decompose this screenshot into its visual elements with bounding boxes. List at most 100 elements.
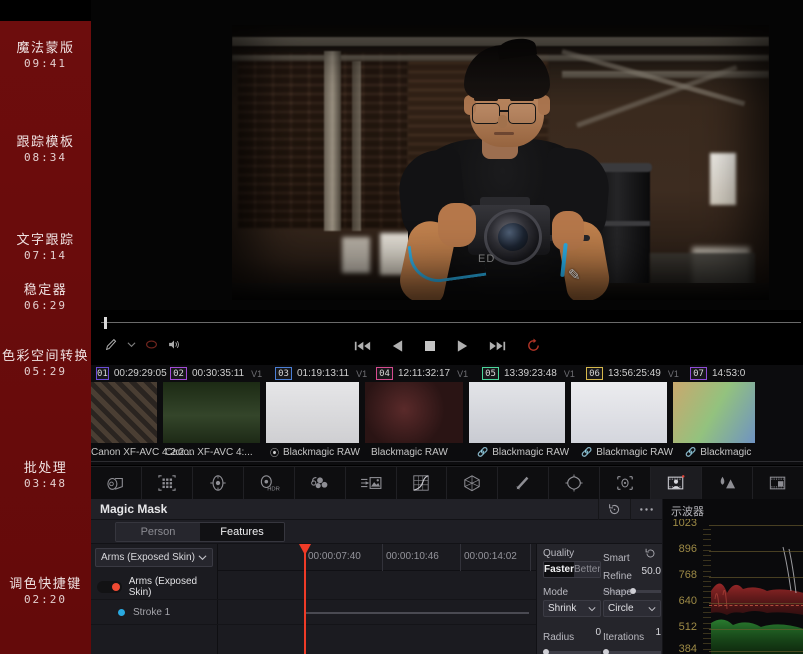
video-preview[interactable]: ED ✎ <box>232 25 769 300</box>
glasses-bridge <box>500 110 509 112</box>
clip-thumbnail[interactable] <box>673 382 755 443</box>
chapter-item[interactable]: 魔法蒙版 09:41 <box>0 39 91 72</box>
jump-to-last-icon[interactable] <box>489 339 506 353</box>
tracker-icon[interactable] <box>600 466 652 500</box>
motion-effects-icon[interactable] <box>346 466 397 500</box>
power-window-icon[interactable] <box>549 466 601 500</box>
waveform-scope-graph[interactable]: 1023 896 768 640 512 384 <box>663 519 803 654</box>
clip-thumbnail[interactable] <box>469 382 565 443</box>
clip-name-text: Blackmagic RAW <box>596 446 674 458</box>
mask-enable-toggle[interactable] <box>97 580 122 593</box>
clip-header[interactable]: 02 00:30:35:11 V1 <box>165 365 270 382</box>
chapter-time: 03:48 <box>23 477 68 490</box>
timeline-playhead[interactable] <box>299 544 311 654</box>
scope-minor-tick <box>703 617 711 619</box>
viewer-scrubber[interactable] <box>91 316 803 330</box>
clip-timecode: 14:53:0 <box>712 368 746 379</box>
clip-thumbnail[interactable] <box>365 382 463 443</box>
scope-minor-tick <box>703 596 711 598</box>
chapter-item[interactable]: 跟踪模板 08:34 <box>0 133 91 166</box>
color-wheels-icon[interactable] <box>193 466 244 500</box>
scrubber-track[interactable] <box>101 322 801 323</box>
more-options-icon[interactable] <box>630 499 662 520</box>
stroke-row[interactable]: Stroke 1 <box>91 600 218 625</box>
play-icon[interactable] <box>456 339 469 353</box>
quality-better-option[interactable]: Better <box>574 562 600 577</box>
clip-thumbnail[interactable] <box>266 382 359 443</box>
person-hand-right <box>552 211 584 251</box>
link-icon: 🔗 <box>477 446 489 457</box>
color-warper-icon[interactable] <box>447 466 499 500</box>
glasses-lens-left <box>472 103 500 124</box>
blur-icon[interactable] <box>702 466 753 500</box>
chapter-item[interactable]: 文字跟踪 07:14 <box>0 231 91 264</box>
mask-layer-label: Arms (Exposed Skin) <box>128 575 198 598</box>
chapter-item[interactable]: 批处理 03:48 <box>0 459 91 492</box>
mode-dropdown[interactable]: Shrink <box>543 600 601 617</box>
pillar <box>352 61 361 231</box>
scope-minor-tick <box>703 549 711 551</box>
ruler-timecode: 00:00:14:02 <box>464 551 517 562</box>
clip-header-row: 01 00:29:29:05 V1 02 00:30:35:11 V1 03 01:19:13… <box>91 365 803 382</box>
tab-person[interactable]: Person <box>116 522 200 541</box>
reset-history-icon[interactable] <box>598 499 630 520</box>
shape-dropdown[interactable]: Circle <box>603 600 661 617</box>
rgb-mixer-icon[interactable] <box>295 466 346 500</box>
play-reverse-icon[interactable] <box>391 339 404 353</box>
scope-minor-tick <box>703 560 711 562</box>
clip-thumbnail[interactable] <box>91 382 157 443</box>
jump-to-first-icon[interactable] <box>354 339 371 353</box>
quality-faster-option[interactable]: Faster <box>544 562 575 577</box>
scope-gridline <box>709 603 803 604</box>
media-filmstrip: 01 00:29:29:05 V1 02 00:30:35:11 V1 03 01:19:13… <box>91 365 803 465</box>
clip-header[interactable]: 06 13:56:25:49 V1 <box>581 365 685 382</box>
clip-number: 02 <box>170 367 187 380</box>
person-mouth <box>494 132 514 135</box>
clip-header[interactable]: 05 13:39:23:48 V1 <box>477 365 581 382</box>
chapter-time: 05:29 <box>23 365 68 378</box>
qualifier-icon[interactable] <box>498 466 550 500</box>
color-page-toolbar: HDR <box>91 466 803 500</box>
scrubber-playhead[interactable] <box>104 317 107 329</box>
timeline-ruler[interactable]: 00:00:07:40 00:00:10:46 00:00:14:02 <box>218 544 536 571</box>
clip-number: 07 <box>690 367 707 380</box>
radius-label: Radius <box>543 632 575 643</box>
quality-segmented-control[interactable]: Faster Better <box>543 561 601 578</box>
playhead-handle[interactable] <box>299 544 311 555</box>
chapter-item[interactable]: 调色快捷键 02:20 <box>0 575 91 608</box>
chapter-item[interactable]: 色彩空间转换 05:29 <box>0 347 91 380</box>
camera-raw-icon[interactable] <box>91 466 142 500</box>
feature-selector-dropdown[interactable]: Arms (Exposed Skin) <box>95 548 213 567</box>
timeline-track-mask[interactable] <box>218 571 536 600</box>
viewer-transport-bar <box>91 336 803 362</box>
clip-header[interactable]: 04 12:11:32:17 V1 <box>371 365 477 382</box>
magic-mask-icon[interactable] <box>651 466 703 500</box>
clip-header[interactable]: 07 14:53:0 <box>685 365 775 382</box>
chapter-item[interactable]: 稳定器 06:29 <box>0 281 91 314</box>
tab-features[interactable]: Features <box>200 522 284 541</box>
loop-icon[interactable] <box>526 338 541 353</box>
key-icon[interactable] <box>753 467 803 500</box>
clip-thumbnail-row <box>91 382 803 443</box>
clip-timecode: 13:56:25:49 <box>608 368 661 379</box>
clip-number: 05 <box>482 367 499 380</box>
person-eyebrow-right <box>510 97 534 101</box>
clip-timecode: 13:39:23:48 <box>504 368 557 379</box>
magic-mask-timeline[interactable]: 00:00:07:40 00:00:10:46 00:00:14:02 <box>218 544 536 654</box>
clip-header[interactable]: 0100:29:29:05V1 <box>91 365 185 382</box>
scope-minor-tick <box>703 627 711 629</box>
clip-thumbnail[interactable] <box>163 382 260 443</box>
clip-name: 🔗 Blackmagic RAW <box>581 447 685 458</box>
clip-header[interactable]: 03 01:19:13:11 V1 <box>270 365 371 382</box>
color-match-icon[interactable] <box>142 466 193 500</box>
timeline-track-stroke[interactable] <box>218 600 536 625</box>
clip-thumbnail[interactable] <box>571 382 667 443</box>
link-icon: 🔗 <box>685 446 697 457</box>
magic-mask-mode-tabs[interactable]: Person Features <box>115 521 285 542</box>
mask-layer-row[interactable]: Arms (Exposed Skin) <box>91 574 218 600</box>
clip-name: ⦿ Blackmagic RAW <box>270 446 371 459</box>
curves-icon[interactable] <box>397 466 448 500</box>
stroke-duration-bar[interactable] <box>305 612 529 614</box>
stop-icon[interactable] <box>424 340 436 352</box>
hdr-wheels-icon[interactable]: HDR <box>244 466 295 500</box>
